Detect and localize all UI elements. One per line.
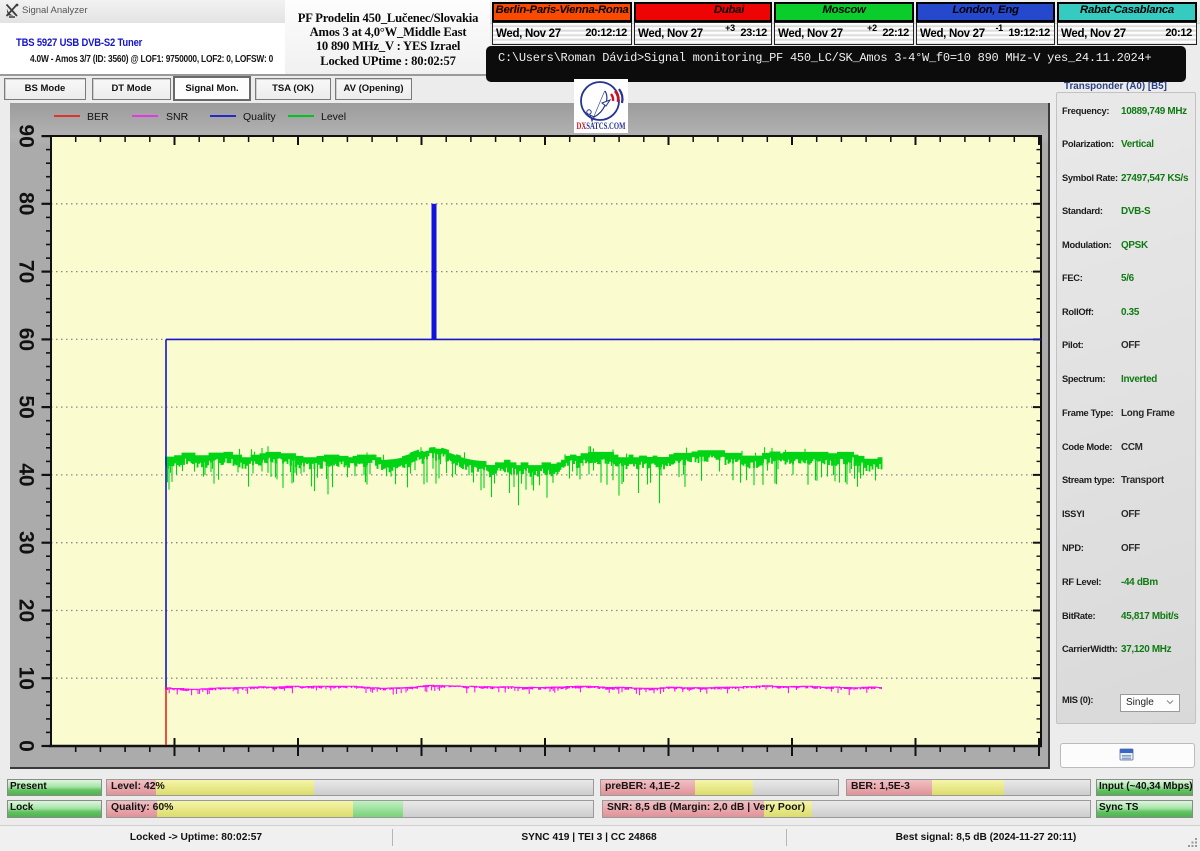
svg-text:DXSATCS.COM: DXSATCS.COM [577,122,626,132]
